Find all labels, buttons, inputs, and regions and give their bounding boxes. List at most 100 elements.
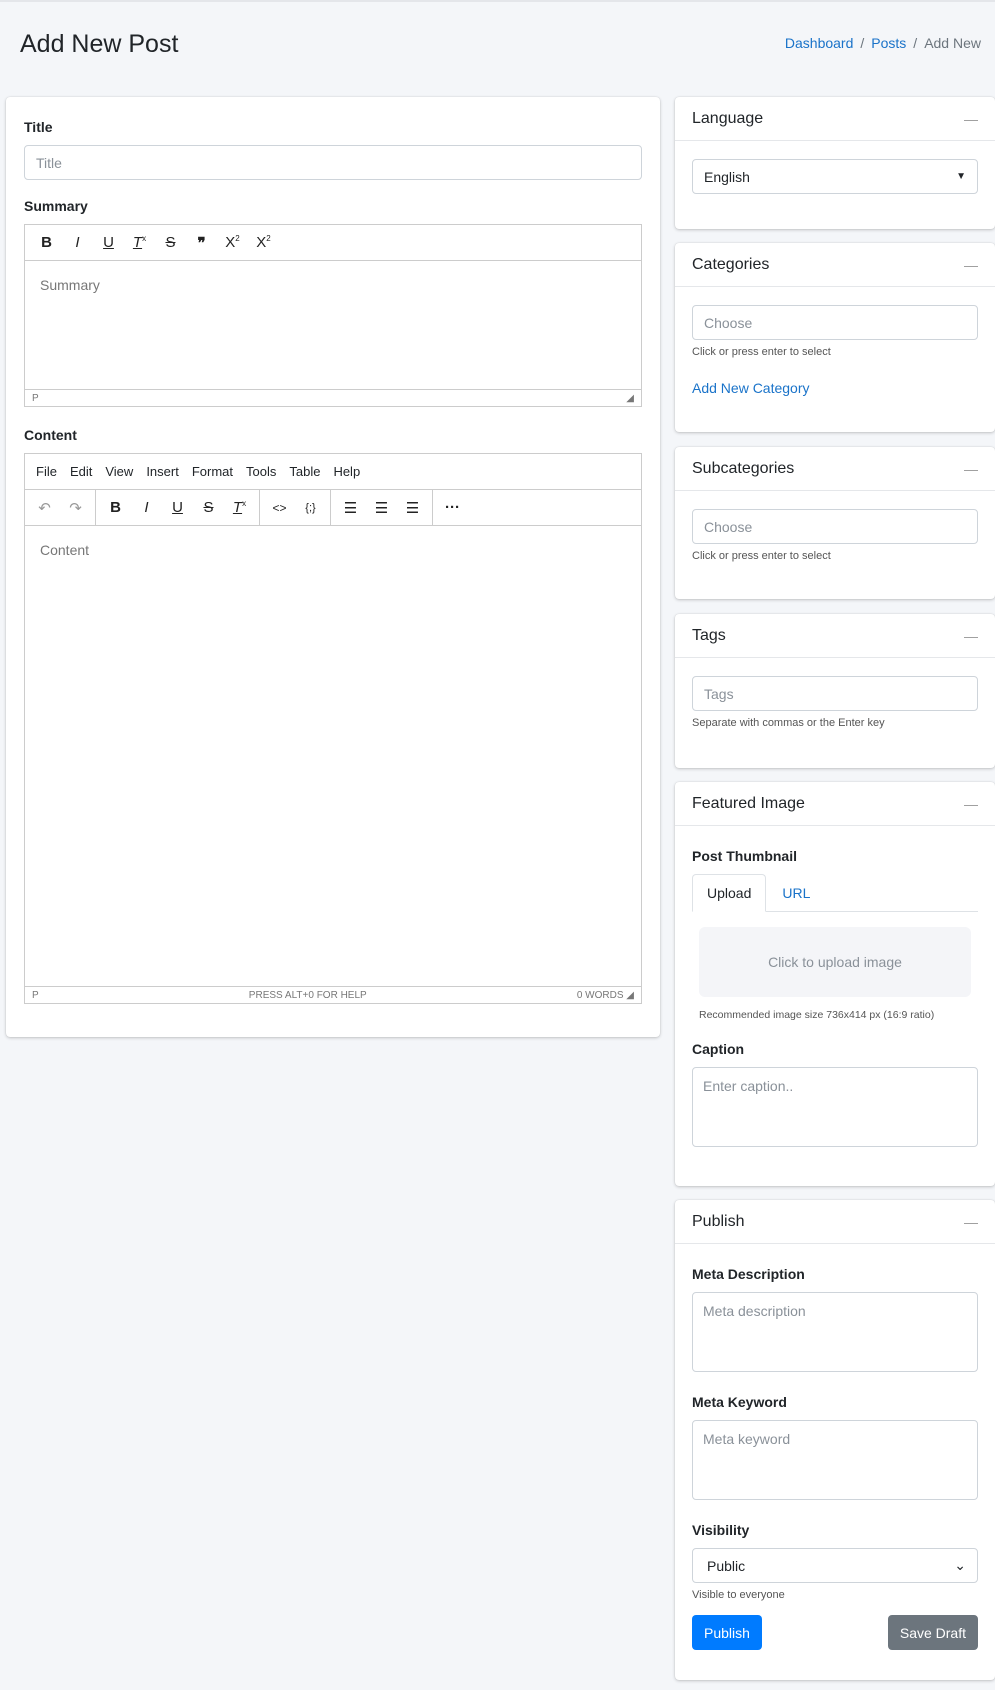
tab-upload[interactable]: Upload [692, 874, 767, 912]
breadcrumb-current: Add New [924, 35, 981, 51]
add-category-link[interactable]: Add New Category [692, 380, 978, 396]
collapse-icon[interactable]: — [964, 1214, 978, 1230]
caption-label: Caption [692, 1041, 745, 1057]
post-editor-card: Title Title Summary B I U Tx S ❞ X2 X2 S… [6, 97, 660, 1037]
content-textarea[interactable]: Content [25, 526, 641, 574]
visibility-help: Visible to everyone [692, 1589, 785, 1601]
subscript-icon[interactable]: X2 [248, 234, 279, 251]
summary-statusbar: P ◢ [25, 389, 641, 406]
tags-help: Separate with commas or the Enter key [692, 717, 885, 729]
content-label: Content [24, 427, 77, 443]
content-statusbar: P PRESS ALT+0 FOR HELP 0 WORDS ◢ [25, 986, 641, 1003]
featured-image-card: Featured Image — Post Thumbnail Upload UR… [675, 782, 995, 1186]
categories-card: Categories — Choose Click or press enter … [675, 243, 995, 432]
summary-textarea[interactable]: Summary [25, 261, 641, 309]
bold-icon[interactable]: B [100, 499, 131, 516]
help-hint: PRESS ALT+0 FOR HELP [248, 989, 367, 1001]
tab-url[interactable]: URL [766, 874, 826, 911]
publish-card: Publish — Meta Description Meta descripti… [675, 1200, 995, 1680]
menu-file[interactable]: File [36, 464, 57, 479]
subcategories-help: Click or press enter to select [692, 550, 831, 562]
breadcrumb: Dashboard / Posts / Add New [784, 35, 981, 51]
content-path: P [32, 989, 39, 1001]
subcategories-select[interactable]: Choose [692, 509, 978, 544]
meta-description-label: Meta Description [692, 1266, 805, 1282]
clear-format-icon[interactable]: Tx [224, 499, 255, 516]
menu-insert[interactable]: Insert [146, 464, 179, 479]
thumbnail-tabs: Upload URL [692, 874, 978, 912]
summary-label: Summary [24, 198, 88, 214]
featured-title: Featured Image [692, 794, 805, 812]
subcategories-card: Subcategories — Choose Click or press ent… [675, 447, 995, 599]
menu-help[interactable]: Help [333, 464, 360, 479]
content-menubar: File Edit View Insert Format Tools Table… [25, 454, 641, 490]
summary-toolbar: B I U Tx S ❞ X2 X2 [25, 225, 641, 261]
more-icon[interactable]: ··· [437, 499, 468, 516]
meta-keyword-input[interactable]: Meta keyword [692, 1420, 978, 1500]
blockquote-icon[interactable]: ❞ [186, 234, 217, 252]
publish-button[interactable]: Publish [692, 1615, 762, 1650]
page-title: Add New Post [20, 30, 179, 58]
thumbnail-label: Post Thumbnail [692, 848, 797, 864]
categories-title: Categories [692, 255, 770, 273]
summary-path: P [32, 392, 39, 404]
clear-format-icon[interactable]: Tx [124, 234, 155, 251]
align-center-icon[interactable]: ☰ [366, 499, 397, 517]
visibility-label: Visibility [692, 1522, 750, 1538]
title-label: Title [24, 119, 53, 135]
code-icon[interactable]: <> [264, 501, 295, 515]
align-left-icon[interactable]: ☰ [335, 499, 366, 517]
breadcrumb-posts[interactable]: Posts [871, 35, 906, 51]
menu-table[interactable]: Table [289, 464, 320, 479]
italic-icon[interactable]: I [62, 234, 93, 251]
resize-handle-icon[interactable]: ◢ [626, 990, 634, 1001]
menu-view[interactable]: View [105, 464, 133, 479]
caption-input[interactable]: Enter caption.. [692, 1067, 978, 1147]
align-right-icon[interactable]: ☰ [397, 499, 428, 517]
redo-icon[interactable]: ↷ [60, 499, 91, 517]
collapse-icon[interactable]: — [964, 257, 978, 273]
strikethrough-icon[interactable]: S [193, 499, 224, 516]
collapse-icon[interactable]: — [964, 461, 978, 477]
categories-help: Click or press enter to select [692, 346, 831, 358]
subcategories-title: Subcategories [692, 459, 795, 477]
content-editor: File Edit View Insert Format Tools Table… [24, 453, 642, 1004]
collapse-icon[interactable]: — [964, 111, 978, 127]
tags-input[interactable]: Tags [692, 676, 978, 711]
strikethrough-icon[interactable]: S [155, 234, 186, 251]
tags-title: Tags [692, 626, 726, 644]
chevron-down-icon: ⌄ [954, 1557, 966, 1573]
upload-dropzone[interactable]: Click to upload image [699, 927, 971, 997]
menu-edit[interactable]: Edit [70, 464, 92, 479]
tags-card: Tags — Tags Separate with commas or the E… [675, 614, 995, 768]
code-sample-icon[interactable]: {;} [295, 502, 326, 514]
language-card: Language — English ▼ [675, 97, 995, 229]
italic-icon[interactable]: I [131, 499, 162, 516]
word-count[interactable]: 0 WORDS [577, 990, 624, 1001]
menu-tools[interactable]: Tools [246, 464, 276, 479]
underline-icon[interactable]: U [162, 499, 193, 516]
collapse-icon[interactable]: — [964, 796, 978, 812]
content-toolbar: ↶ ↷ BIUSTx <> {;} ☰ ☰ ☰ ··· [25, 490, 641, 526]
title-input[interactable]: Title [24, 145, 642, 180]
bold-icon[interactable]: B [31, 234, 62, 251]
save-draft-button[interactable]: Save Draft [887, 1615, 978, 1650]
underline-icon[interactable]: U [93, 234, 124, 251]
image-recommendation: Recommended image size 736x414 px (16:9 … [699, 1009, 935, 1021]
meta-keyword-label: Meta Keyword [692, 1394, 787, 1410]
superscript-icon[interactable]: X2 [217, 234, 248, 251]
categories-select[interactable]: Choose [692, 305, 978, 340]
menu-format[interactable]: Format [192, 464, 233, 479]
collapse-icon[interactable]: — [964, 628, 978, 644]
undo-icon[interactable]: ↶ [29, 499, 60, 517]
visibility-select[interactable]: Public ⌄ [692, 1548, 978, 1583]
resize-handle-icon[interactable]: ◢ [626, 393, 634, 404]
language-select[interactable]: English ▼ [692, 159, 978, 194]
top-border [0, 0, 995, 2]
breadcrumb-dashboard[interactable]: Dashboard [785, 35, 854, 51]
caret-down-icon: ▼ [956, 171, 966, 182]
language-title: Language [692, 109, 764, 127]
meta-description-input[interactable]: Meta description [692, 1292, 978, 1372]
publish-title: Publish [692, 1212, 745, 1230]
summary-editor: B I U Tx S ❞ X2 X2 Summary P ◢ [24, 224, 642, 407]
